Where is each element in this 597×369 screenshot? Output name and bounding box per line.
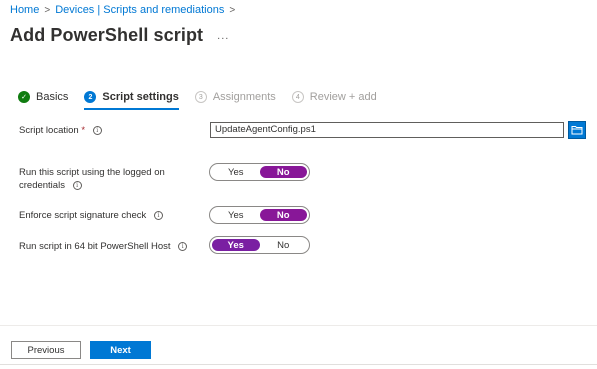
next-button[interactable]: Next [90,341,151,359]
step-basics[interactable]: ✓ Basics [18,89,68,105]
info-icon[interactable]: i [92,125,102,135]
enforce-signature-label-text: Enforce script signature check [19,210,147,221]
browse-folder-button[interactable] [568,121,586,139]
toggle-no-option[interactable]: No [259,209,307,221]
step-label: Basics [36,91,69,103]
toggle-no-option[interactable]: No [260,239,308,251]
toggle-no-option[interactable]: No [259,166,307,178]
step-label: Review + add [309,91,377,103]
step-review-add[interactable]: 4 Review + add [291,89,377,105]
breadcrumb-separator: > [229,4,236,16]
info-icon[interactable]: i [72,180,82,190]
checkmark-icon: ✓ [18,91,30,103]
toggle-yes-option[interactable]: Yes [212,239,260,251]
step-number: 4 [291,91,304,103]
step-script-settings[interactable]: 2 Script settings [84,89,180,110]
step-number: 2 [84,91,97,103]
info-icon[interactable]: i [178,241,188,251]
breadcrumb: Home > Devices | Scripts and remediation… [10,4,235,16]
bottom-divider [0,364,597,365]
title-row: Add PowerShell script ... [10,25,229,46]
enforce-signature-label: Enforce script signature check i [19,209,163,222]
step-label: Assignments [212,91,276,103]
info-icon[interactable]: i [153,210,163,220]
toggle-yes-option[interactable]: Yes [212,209,260,221]
step-label: Script settings [102,91,179,103]
script-location-input[interactable]: UpdateAgentConfig.ps1 [210,122,564,138]
breadcrumb-separator: > [44,4,51,16]
toggle-yes-option[interactable]: Yes [212,166,260,178]
enforce-signature-toggle[interactable]: Yes No [209,206,310,224]
page-title: Add PowerShell script [10,25,204,45]
run-as-logged-on-label-line2: credentials [19,180,65,191]
run-64bit-toggle[interactable]: Yes No [209,236,310,254]
required-marker: * [81,125,86,136]
previous-button[interactable]: Previous [11,341,81,359]
step-assignments[interactable]: 3 Assignments [194,89,276,105]
breadcrumb-scripts-and-remediations[interactable]: Devices | Scripts and remediations [55,4,224,16]
script-location-label-text: Script location [19,125,79,136]
run-64bit-label: Run script in 64 bit PowerShell Host i [19,240,188,253]
wizard-stepper: ✓ Basics 2 Script settings 3 Assignments… [18,89,393,110]
step-number: 3 [194,91,207,103]
breadcrumb-home[interactable]: Home [10,4,39,16]
folder-icon [571,126,583,135]
run-as-logged-on-label: Run this script using the logged on cred… [19,166,165,192]
script-location-label: Script location * i [19,124,102,137]
more-options-button[interactable]: ... [217,30,229,42]
run-as-logged-on-label-line1: Run this script using the logged on [19,167,165,178]
footer-divider [0,325,597,326]
run-as-logged-on-toggle[interactable]: Yes No [209,163,310,181]
run-as-logged-on-label-line2-row: credentials i [19,179,165,192]
run-64bit-label-text: Run script in 64 bit PowerShell Host [19,241,171,252]
